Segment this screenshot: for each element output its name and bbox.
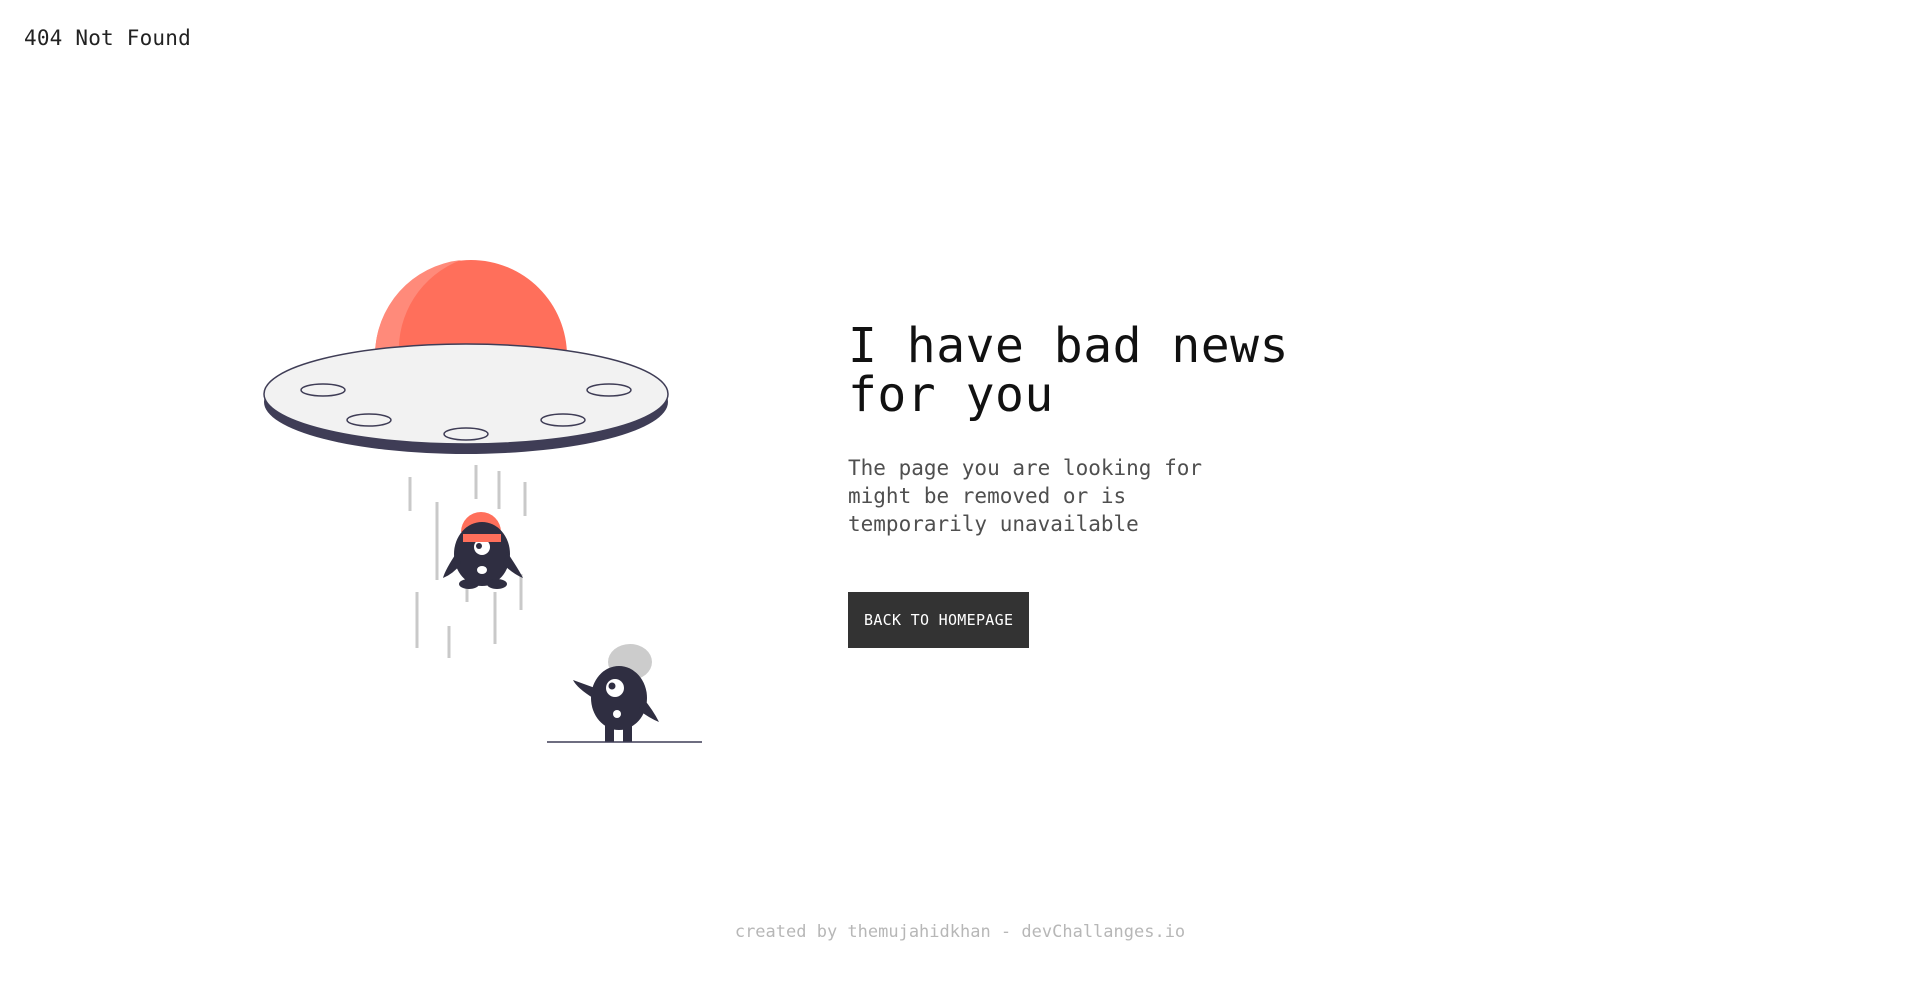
ufo-illustration-svg (263, 260, 702, 743)
error-message: The page you are looking for might be re… (848, 456, 1203, 536)
ufo-abduction-illustration (255, 252, 725, 752)
back-to-homepage-button[interactable]: BACK TO HOMEPAGE (848, 592, 1030, 648)
ufo-saucer-body (263, 343, 669, 445)
ground-creature (573, 644, 659, 742)
abducted-creature (443, 512, 523, 589)
error-content: I have bad news for you The page you are… (848, 322, 1368, 648)
footer-credit: created by themujahidkhan - devChallange… (734, 922, 1186, 942)
error-headline: I have bad news for you (848, 318, 1289, 423)
page-title: 404 Not Found (24, 26, 191, 50)
